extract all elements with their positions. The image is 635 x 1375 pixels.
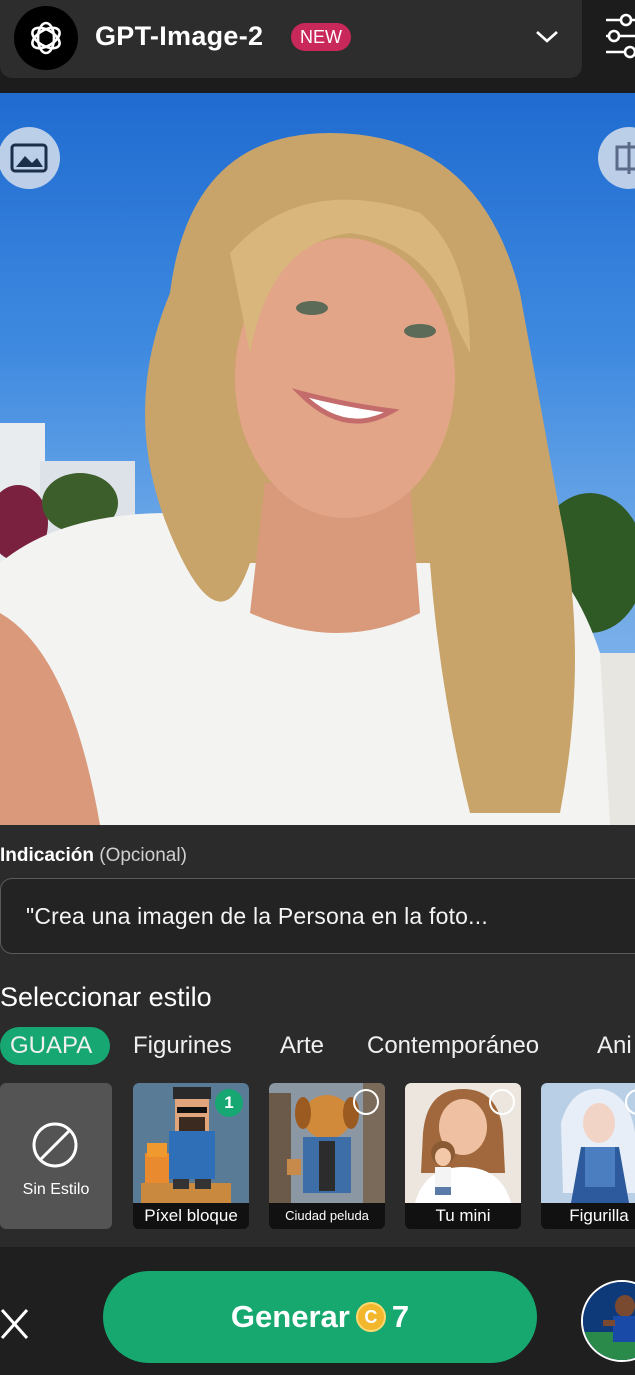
style-card-label: Tu mini	[405, 1203, 521, 1229]
generate-cost: 7	[391, 1299, 410, 1334]
uploaded-photo	[0, 93, 635, 825]
model-name: GPT-Image-2	[95, 21, 264, 51]
tab-guapa[interactable]: GUAPA	[0, 1027, 111, 1065]
tab-figurines[interactable]: Figurines	[133, 1027, 232, 1065]
prompt-label: Indicación (Opcional)	[0, 845, 187, 867]
style-cards: Sin Estilo 1 Píxel bloque Ciudad peluda …	[0, 1083, 635, 1231]
generate-button[interactable]: Generar C 7	[103, 1271, 537, 1363]
generate-label: Generar	[230, 1299, 350, 1334]
model-selector[interactable]: GPT-Image-2 NEW	[0, 0, 582, 78]
close-icon[interactable]	[0, 1307, 30, 1341]
new-badge: NEW	[291, 23, 351, 51]
style-card-tu-mini[interactable]: Tu mini	[405, 1083, 521, 1229]
style-card-pixel-bloque[interactable]: 1 Píxel bloque	[133, 1083, 249, 1229]
openai-logo-icon	[14, 6, 78, 70]
top-bar: GPT-Image-2 NEW	[0, 0, 635, 93]
no-style-icon	[32, 1122, 78, 1168]
style-card-label: Figurilla	[541, 1203, 635, 1229]
figurilla-thumbnail	[541, 1083, 635, 1203]
coin-icon: C	[355, 1302, 386, 1332]
tab-arte[interactable]: Arte	[280, 1027, 324, 1065]
tab-anime[interactable]: Ani	[597, 1027, 632, 1065]
style-tabs: GUAPA Figurines Arte Contemporáneo Ani	[0, 1027, 635, 1065]
prompt-input[interactable]: "Crea una imagen de la Persona en la fot…	[0, 878, 635, 954]
select-circle-icon	[353, 1089, 379, 1115]
style-section-title: Seleccionar estilo	[0, 982, 212, 1012]
prompt-value: "Crea una imagen de la Persona en la fot…	[26, 903, 488, 929]
chevron-down-icon[interactable]	[534, 28, 560, 46]
selection-count-badge: 1	[215, 1089, 243, 1117]
prompt-optional-text: (Opcional)	[99, 845, 187, 866]
style-card-figurilla[interactable]: Figurilla	[541, 1083, 635, 1229]
style-card-label: Píxel bloque	[133, 1203, 249, 1229]
prompt-label-text: Indicación	[0, 845, 94, 866]
style-card-label: Sin Estilo	[22, 1181, 90, 1198]
select-circle-icon	[489, 1089, 515, 1115]
coin-symbol: C	[364, 1306, 378, 1327]
style-card-none[interactable]: Sin Estilo	[0, 1083, 112, 1229]
portrait-photo	[0, 133, 635, 825]
sliders-icon[interactable]	[602, 12, 635, 62]
tab-contemporaneo[interactable]: Contemporáneo	[367, 1027, 539, 1065]
style-card-ciudad-peluda[interactable]: Ciudad peluda	[269, 1083, 385, 1229]
image-icon[interactable]	[0, 127, 60, 189]
style-card-label: Ciudad peluda	[269, 1203, 385, 1229]
